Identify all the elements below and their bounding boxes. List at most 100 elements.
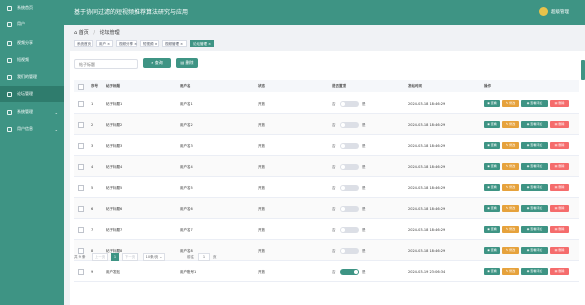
delete-row-button[interactable]: ▤ 删除 <box>550 121 569 128</box>
edit-button[interactable]: ✎ 修改 <box>502 226 519 233</box>
table-row: 4 帖子标题4 用户名4 开放否是 2024-03-18 18:46:29 ◉ 查看 ✎ 修… <box>74 156 579 177</box>
view-button[interactable]: ◉ 查看 <box>484 184 500 191</box>
top-toggle[interactable] <box>340 206 359 212</box>
top-toggle[interactable] <box>340 122 359 128</box>
cell-user: 用户名2 <box>180 123 193 127</box>
cell-time: 2024-03-18 18:46:29 <box>408 186 446 190</box>
row-checkbox[interactable] <box>78 101 84 107</box>
user-name[interactable]: 超级管理 <box>551 9 569 15</box>
tab-2[interactable]: 视频分享 × <box>116 40 137 47</box>
tab-1[interactable]: 用户 × <box>96 40 113 47</box>
cell-status: 开放 <box>258 123 265 127</box>
top-toggle[interactable] <box>340 164 359 170</box>
top-toggle[interactable] <box>340 101 359 107</box>
breadcrumb-home[interactable]: 首页 <box>79 30 89 36</box>
breadcrumb-current: 论坛管理 <box>99 30 120 36</box>
sidebar-item-short-video[interactable]: 短视频 <box>0 52 64 68</box>
row-checkbox[interactable] <box>78 269 84 275</box>
col-status[interactable]: 状态 <box>258 84 265 89</box>
row-checkbox[interactable] <box>78 143 84 149</box>
col-title[interactable]: 帖子标题 <box>106 84 120 89</box>
view-comments-label: 查看评论 <box>530 122 543 126</box>
col-top[interactable]: 是否置顶 <box>332 84 346 89</box>
view-button[interactable]: ◉ 查看 <box>484 226 500 233</box>
view-comments-button[interactable]: ◉ 查看评论 <box>521 121 548 128</box>
tab-4[interactable]: 视频管理 × <box>162 40 187 47</box>
avatar[interactable] <box>539 7 548 16</box>
side-scroll-handle[interactable] <box>581 60 585 80</box>
row-checkbox[interactable] <box>78 227 84 233</box>
view-button[interactable]: ◉ 查看 <box>484 100 500 107</box>
edit-button[interactable]: ✎ 修改 <box>502 163 519 170</box>
sidebar-item-home[interactable]: 系统首页 <box>0 0 64 16</box>
delete-row-button[interactable]: ▤ 删除 <box>550 184 569 191</box>
view-comments-button[interactable]: ◉ 查看评论 <box>521 163 548 170</box>
edit-icon: ✎ <box>505 185 509 189</box>
view-comments-button[interactable]: ◉ 查看评论 <box>521 268 548 275</box>
page-size-select[interactable]: 10条/页 ⌄ <box>143 253 165 261</box>
prev-page-button[interactable]: 上一页 <box>92 253 108 261</box>
col-time[interactable]: 发帖时间 <box>408 84 422 89</box>
top-toggle[interactable] <box>340 185 359 191</box>
view-comments-button[interactable]: ◉ 查看评论 <box>521 247 548 254</box>
delete-row-button[interactable]: ▤ 删除 <box>550 205 569 212</box>
delete-row-label: 删除 <box>558 164 565 168</box>
delete-row-button[interactable]: ▤ 删除 <box>550 100 569 107</box>
search-input[interactable] <box>74 59 138 69</box>
edit-button[interactable]: ✎ 修改 <box>502 205 519 212</box>
table-row: 7 帖子标题7 用户名7 开放否是 2024-03-18 18:46:29 ◉ 查看 ✎ 修… <box>74 219 579 240</box>
select-all-checkbox[interactable] <box>78 84 84 90</box>
sidebar-item-forum[interactable]: 论坛管理 <box>0 86 64 102</box>
sidebar-item-system[interactable]: 系统管理 ⌄ <box>0 104 64 120</box>
edit-button[interactable]: ✎ 修改 <box>502 121 519 128</box>
tab-0[interactable]: 系统首页 <box>74 40 93 47</box>
delete-row-button[interactable]: ▤ 删除 <box>550 247 569 254</box>
edit-button[interactable]: ✎ 修改 <box>502 142 519 149</box>
top-toggle[interactable] <box>340 248 359 254</box>
row-checkbox[interactable] <box>78 164 84 170</box>
view-button[interactable]: ◉ 查看 <box>484 247 500 254</box>
sidebar-item-video-share[interactable]: 视频分享 <box>0 35 64 51</box>
cell-time: 2024-03-19 23:06:34 <box>408 270 446 274</box>
next-page-button[interactable]: 下一页 <box>122 253 138 261</box>
view-comments-button[interactable]: ◉ 查看评论 <box>521 205 548 212</box>
toggle-knob <box>341 228 345 232</box>
view-comments-button[interactable]: ◉ 查看评论 <box>521 100 548 107</box>
row-checkbox[interactable] <box>78 122 84 128</box>
delete-row-button[interactable]: ▤ 删除 <box>550 142 569 149</box>
cell-title: 帖子标题6 <box>106 207 123 211</box>
edit-button[interactable]: ✎ 修改 <box>502 268 519 275</box>
sidebar-item-user-info[interactable]: 用户信息 ⌄ <box>0 121 64 137</box>
col-user[interactable]: 用户名 <box>180 84 191 89</box>
view-button[interactable]: ◉ 查看 <box>484 142 500 149</box>
goto-input[interactable]: 1 <box>198 253 210 261</box>
row-checkbox[interactable] <box>78 185 84 191</box>
top-toggle[interactable] <box>340 143 359 149</box>
edit-button[interactable]: ✎ 修改 <box>502 100 519 107</box>
tab-3[interactable]: 短视频 × <box>140 40 159 47</box>
search-button[interactable]: ⌕ 查询 <box>143 58 171 68</box>
view-comments-button[interactable]: ◉ 查看评论 <box>521 226 548 233</box>
delete-row-button[interactable]: ▤ 删除 <box>550 268 569 275</box>
view-button[interactable]: ◉ 查看 <box>484 163 500 170</box>
delete-row-label: 删除 <box>558 248 565 252</box>
row-checkbox[interactable] <box>78 206 84 212</box>
edit-button[interactable]: ✎ 修改 <box>502 184 519 191</box>
sidebar-item-user[interactable]: 用户 <box>0 16 64 32</box>
delete-button[interactable]: ▤ 删除 <box>176 58 198 68</box>
edit-button[interactable]: ✎ 修改 <box>502 247 519 254</box>
page-1-button[interactable]: 1 <box>111 253 119 261</box>
tab-5[interactable]: 论坛管理 × <box>190 40 214 47</box>
sidebar-item-admin[interactable]: 我们的管理 <box>0 69 64 85</box>
trash-icon: ▤ <box>554 248 558 252</box>
top-toggle[interactable] <box>340 269 359 275</box>
top-toggle[interactable] <box>340 227 359 233</box>
delete-row-button[interactable]: ▤ 删除 <box>550 163 569 170</box>
view-comments-button[interactable]: ◉ 查看评论 <box>521 184 548 191</box>
view-button[interactable]: ◉ 查看 <box>484 205 500 212</box>
view-button[interactable]: ◉ 查看 <box>484 121 500 128</box>
view-button[interactable]: ◉ 查看 <box>484 268 500 275</box>
view-comments-button[interactable]: ◉ 查看评论 <box>521 142 548 149</box>
cell-status: 开放 <box>258 249 265 253</box>
delete-row-button[interactable]: ▤ 删除 <box>550 226 569 233</box>
